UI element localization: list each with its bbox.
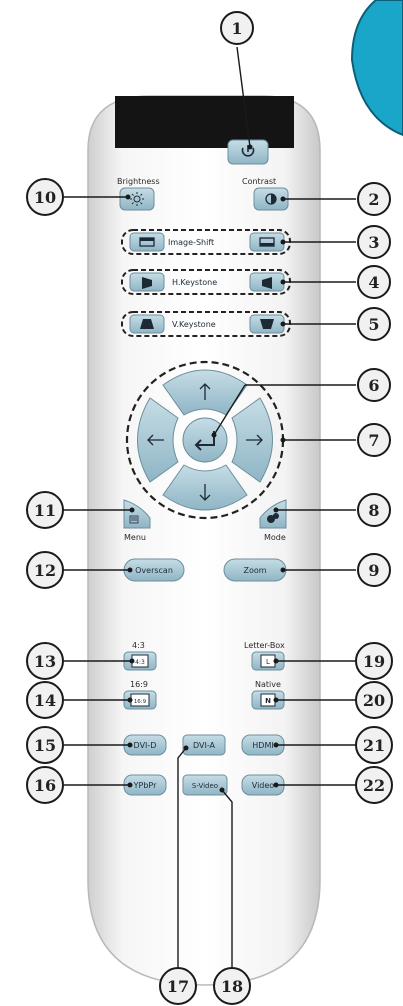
native-label: Native — [255, 680, 281, 689]
svg-text:13: 13 — [34, 652, 56, 671]
letterbox-icon: L — [266, 658, 270, 666]
svg-text:16: 16 — [34, 776, 56, 795]
callout-7: 7 — [357, 423, 391, 457]
ratio-169-icon: 16:9 — [134, 699, 147, 705]
v-keystone-label: V.Keystone — [172, 320, 216, 329]
ratio-43-icon: 4:3 — [135, 659, 145, 666]
s-video-label: S-Video — [192, 782, 218, 790]
corner-accent — [350, 0, 403, 137]
svg-text:3: 3 — [368, 233, 379, 252]
ratio-43-label: 4:3 — [132, 641, 145, 650]
callout-18: 18 — [213, 967, 251, 1005]
h-keystone-label: H.Keystone — [172, 278, 217, 287]
svg-text:6: 6 — [368, 376, 379, 395]
callout-10: 10 — [26, 178, 64, 216]
callout-13: 13 — [26, 642, 64, 680]
callout-8: 8 — [357, 493, 391, 527]
svg-text:12: 12 — [34, 561, 56, 580]
svg-text:9: 9 — [368, 561, 379, 580]
svg-text:21: 21 — [363, 736, 385, 755]
image-shift-label: Image-Shift — [168, 238, 214, 247]
overscan-label: Overscan — [135, 566, 173, 575]
s-video-button[interactable]: S-Video — [182, 774, 228, 796]
callout-22: 22 — [355, 766, 393, 804]
mode-label: Mode — [264, 533, 286, 542]
callout-11: 11 — [26, 491, 64, 529]
callout-5: 5 — [357, 307, 391, 341]
callout-9: 9 — [357, 553, 391, 587]
v-keystone-down-button[interactable] — [249, 314, 285, 334]
dvi-d-label: DVI-D — [134, 741, 157, 750]
letterbox-label: Letter-Box — [244, 641, 285, 650]
svg-text:7: 7 — [368, 431, 379, 450]
svg-text:11: 11 — [34, 501, 56, 520]
svg-text:8: 8 — [368, 501, 379, 520]
svg-text:15: 15 — [34, 736, 56, 755]
svg-text:19: 19 — [363, 652, 385, 671]
svg-text:1: 1 — [231, 19, 242, 38]
hdmi-label: HDMI — [252, 741, 273, 750]
power-button[interactable] — [227, 139, 269, 165]
callout-15: 15 — [26, 726, 64, 764]
svg-text:20: 20 — [363, 691, 385, 710]
remote-diagram: Brightness Contrast Image-Shift H.Keysto… — [26, 0, 403, 1005]
callout-20: 20 — [355, 681, 393, 719]
svg-text:4: 4 — [368, 273, 379, 292]
callout-6: 6 — [357, 368, 391, 402]
brightness-label: Brightness — [117, 177, 160, 186]
dvi-a-button[interactable]: DVI-A — [182, 734, 226, 756]
callout-2: 2 — [357, 182, 391, 216]
callout-3: 3 — [357, 225, 391, 259]
svg-text:14: 14 — [34, 691, 56, 710]
callout-19: 19 — [355, 642, 393, 680]
ypbpr-label: YPbPr — [133, 781, 157, 790]
svg-text:17: 17 — [167, 977, 189, 996]
dvi-a-label: DVI-A — [193, 741, 216, 750]
ratio-169-label: 16:9 — [130, 680, 148, 689]
callout-21: 21 — [355, 726, 393, 764]
video-label: Video — [252, 781, 275, 790]
svg-text:22: 22 — [363, 776, 385, 795]
svg-text:5: 5 — [368, 315, 379, 334]
brightness-button[interactable] — [119, 187, 155, 211]
svg-text:10: 10 — [34, 188, 56, 207]
callout-12: 12 — [26, 551, 64, 589]
svg-text:18: 18 — [221, 977, 243, 996]
callout-4: 4 — [357, 265, 391, 299]
contrast-label: Contrast — [242, 177, 276, 186]
zoom-label: Zoom — [243, 566, 266, 575]
h-keystone-left-button[interactable] — [129, 272, 165, 292]
overscan-button[interactable]: Overscan — [123, 558, 185, 582]
callout-14: 14 — [26, 681, 64, 719]
svg-text:2: 2 — [368, 190, 379, 209]
menu-label: Menu — [124, 533, 146, 542]
native-icon: N — [265, 697, 271, 705]
image-shift-left-button[interactable] — [129, 232, 165, 252]
h-keystone-right-button[interactable] — [249, 272, 285, 292]
callout-17: 17 — [159, 967, 197, 1005]
callout-16: 16 — [26, 766, 64, 804]
v-keystone-up-button[interactable] — [129, 314, 165, 334]
zoom-button[interactable]: Zoom — [223, 558, 287, 582]
callout-1: 1 — [220, 11, 254, 45]
image-shift-right-button[interactable] — [249, 232, 285, 252]
